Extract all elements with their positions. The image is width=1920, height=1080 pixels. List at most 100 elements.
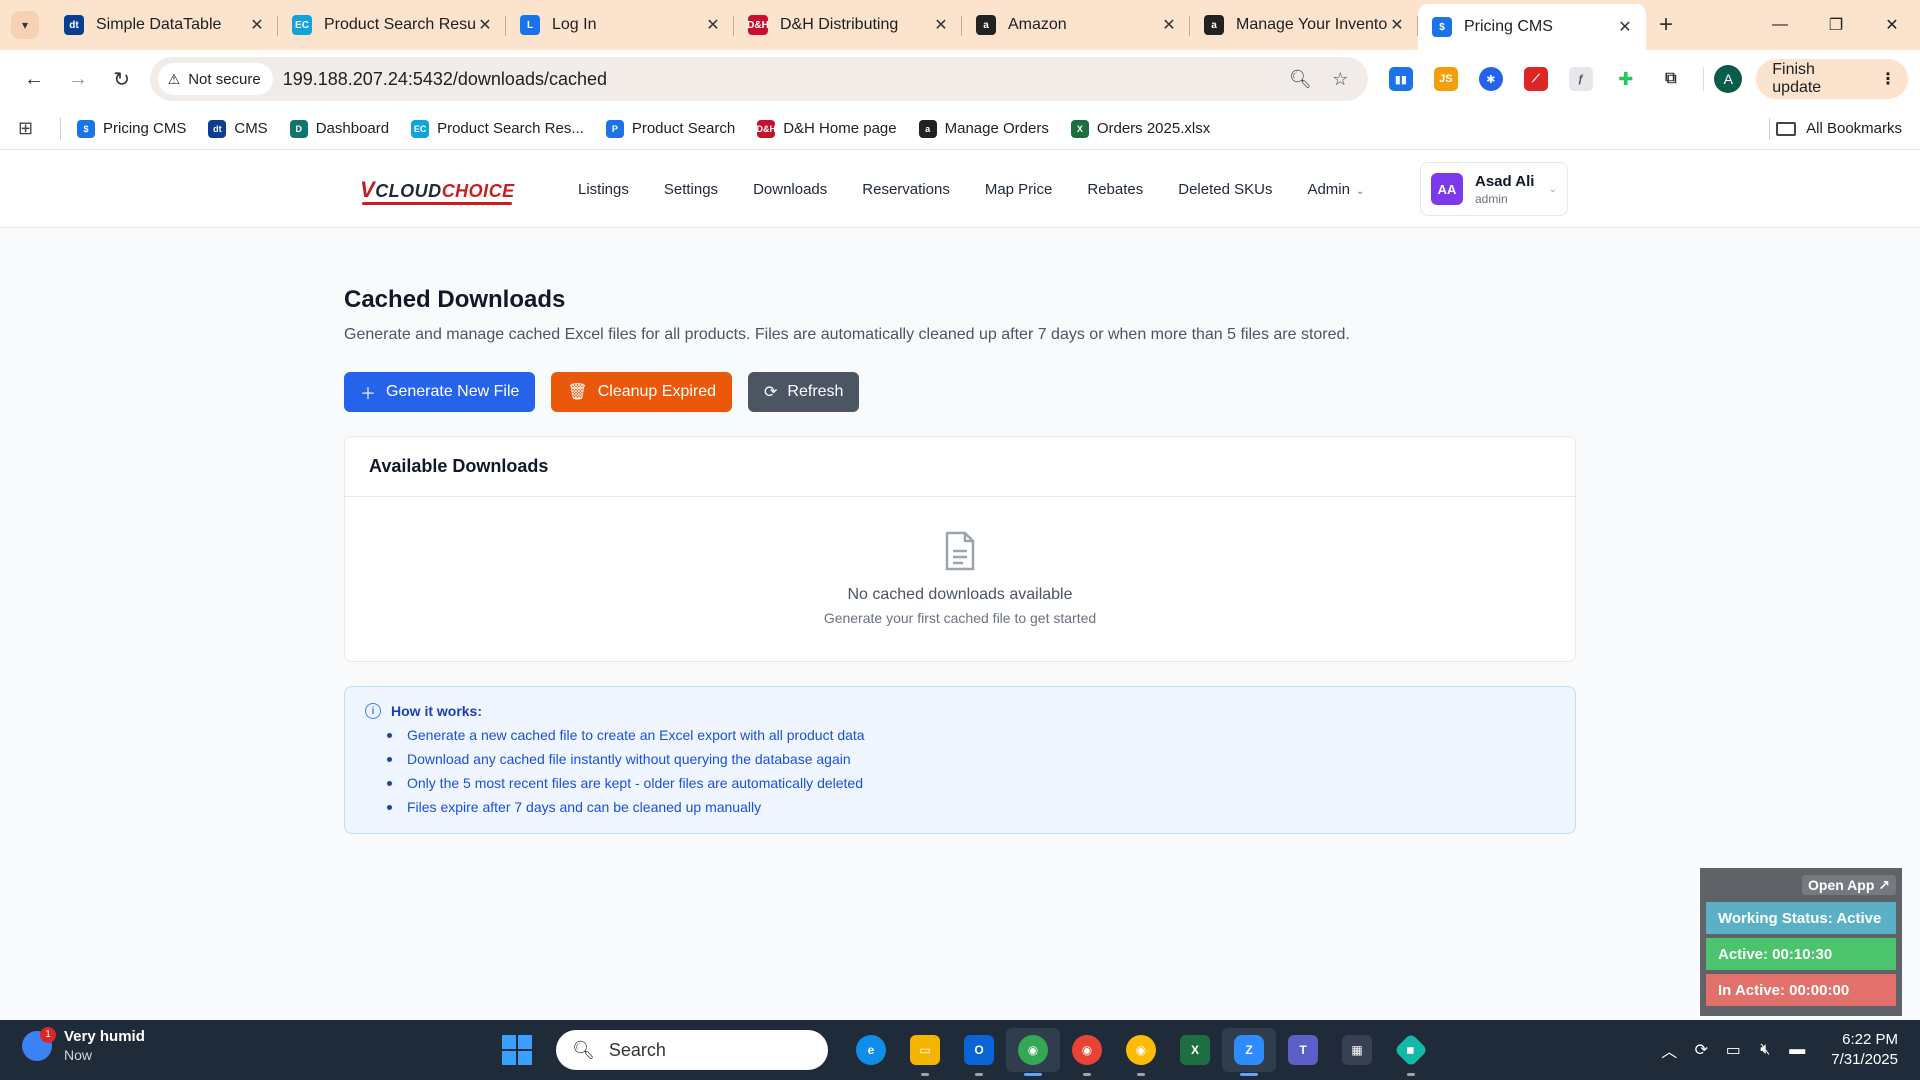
reload-button[interactable]: ↻	[100, 57, 144, 101]
bookmark-star-icon[interactable]: ☆	[1320, 69, 1360, 90]
nav-settings[interactable]: Settings	[664, 181, 718, 198]
zoom-icon[interactable]: 🔍︎	[1280, 69, 1320, 90]
bookmark-item[interactable]: D&H D&H Home page	[756, 119, 897, 138]
taskbar-outlook[interactable]: O	[952, 1028, 1006, 1076]
taskbar-app-diamond[interactable]: ◆	[1384, 1028, 1438, 1076]
browser-tab[interactable]: L Log In ✕	[506, 4, 734, 46]
bookmark-item[interactable]: D Dashboard	[289, 119, 389, 138]
bookmark-label: Pricing CMS	[103, 120, 187, 137]
all-bookmarks-button[interactable]: All Bookmarks	[1776, 120, 1902, 137]
windows-start-button[interactable]	[502, 1035, 532, 1065]
bookmark-item[interactable]: dt CMS	[208, 119, 268, 138]
chrome-icon: ◉	[1072, 1035, 1102, 1065]
security-label: Not secure	[188, 70, 261, 88]
open-app-button[interactable]: Open App ↗	[1706, 874, 1896, 898]
refresh-icon: ⟳	[764, 384, 778, 401]
taskbar-chrome[interactable]: ◉	[1006, 1028, 1060, 1076]
extension-plus[interactable]: ✚	[1603, 57, 1648, 101]
tab-title: Simple DataTable	[96, 16, 222, 33]
browser-tab[interactable]: dt Simple DataTable ✕	[50, 4, 278, 46]
nav-reservations[interactable]: Reservations	[862, 181, 950, 198]
generate-new-file-button[interactable]: ＋ Generate New File	[344, 372, 536, 412]
sync-icon[interactable]: ⟳	[1685, 1040, 1717, 1060]
finish-update-button[interactable]: Finish update ⋮	[1756, 59, 1908, 99]
diamond-icon: ◆	[1394, 1033, 1428, 1067]
bookmark-favicon-icon: X	[1070, 119, 1089, 138]
bookmark-item[interactable]: $ Pricing CMS	[77, 119, 187, 138]
browser-tab-bar: ▾ dt Simple DataTable ✕ EC Product Search Re…	[0, 0, 1920, 50]
bookmark-item[interactable]: EC Product Search Res...	[411, 119, 584, 138]
address-bar[interactable]: ⚠ Not secure 199.188.207.24:5432/downloa…	[149, 57, 1369, 101]
close-icon[interactable]: ✕	[476, 15, 494, 35]
close-icon[interactable]: ✕	[1616, 17, 1634, 37]
extension-js[interactable]: JS	[1423, 57, 1468, 101]
forward-button[interactable]: →	[56, 57, 100, 101]
nav-map-price[interactable]: Map Price	[985, 181, 1053, 198]
info-title: How it works:	[391, 703, 483, 719]
close-icon[interactable]: ✕	[1388, 15, 1406, 35]
cleanup-expired-button[interactable]: 🗑︎ Cleanup Expired	[551, 372, 733, 412]
extension-pdf[interactable]: ⟋	[1513, 57, 1558, 101]
volume-muted-icon[interactable]: 🔇︎	[1749, 1041, 1781, 1059]
apps-grid-icon[interactable]: ⊞	[18, 118, 42, 139]
profile-avatar[interactable]: A	[1714, 65, 1743, 93]
bookmark-item[interactable]: P Product Search	[605, 119, 736, 138]
new-tab-button[interactable]: +	[1646, 4, 1686, 46]
taskbar-chrome-profile-2[interactable]: ◉	[1060, 1028, 1114, 1076]
browser-tab[interactable]: a Amazon ✕	[962, 4, 1190, 46]
weather-widget[interactable]: 1 Very humid Now	[22, 1026, 145, 1063]
minimize-button[interactable]: —	[1752, 0, 1808, 50]
browser-tab[interactable]: D&H D&H Distributing ✕	[734, 4, 962, 46]
taskbar-edge[interactable]: e	[844, 1028, 898, 1072]
extension-network[interactable]: ✱	[1468, 57, 1513, 101]
tab-search-button[interactable]: ▾	[0, 0, 50, 50]
close-icon[interactable]: ✕	[1160, 15, 1178, 35]
bookmark-item[interactable]: a Manage Orders	[918, 119, 1049, 138]
clock-time: 6:22 PM	[1842, 1031, 1898, 1048]
taskbar-chrome-profile-3[interactable]: ◉	[1114, 1028, 1168, 1076]
weather-title: Very humid	[64, 1028, 145, 1045]
close-icon[interactable]: ✕	[248, 15, 266, 35]
taskbar-search[interactable]: 🔍︎ Search	[556, 1030, 828, 1070]
battery-icon[interactable]: ▬	[1781, 1041, 1813, 1059]
taskbar-zoom[interactable]: Z	[1222, 1028, 1276, 1076]
more-menu-icon: ⋮	[1879, 71, 1896, 88]
taskbar-file-explorer[interactable]: ▭	[898, 1028, 952, 1076]
url-text[interactable]: 199.188.207.24:5432/downloads/cached	[283, 69, 1281, 90]
taskbar-excel[interactable]: X	[1168, 1028, 1222, 1072]
user-menu[interactable]: AA Asad Ali admin ⌄	[1420, 162, 1568, 216]
chevron-up-icon[interactable]: ︿	[1653, 1038, 1685, 1062]
all-bookmarks-label: All Bookmarks	[1806, 120, 1902, 137]
nav-admin[interactable]: Admin ⌄	[1307, 181, 1364, 198]
bookmark-label: Product Search	[631, 120, 736, 137]
close-window-button[interactable]: ✕	[1864, 0, 1920, 50]
search-icon: 🔍︎	[572, 1039, 595, 1060]
browser-tab[interactable]: EC Product Search Results ✕	[278, 4, 506, 46]
close-icon[interactable]: ✕	[932, 15, 950, 35]
browser-tab[interactable]: a Manage Your Inventory ✕	[1190, 4, 1418, 46]
security-chip[interactable]: ⚠ Not secure	[157, 63, 273, 95]
cloudchoice-logo[interactable]: VCLOUDCHOICE	[360, 177, 515, 203]
extensions-button[interactable]: ⧉	[1648, 57, 1693, 101]
extension-feather[interactable]: ƒ	[1558, 57, 1603, 101]
taskbar-teams[interactable]: T	[1276, 1028, 1330, 1072]
how-it-works-panel: i How it works: Generate a new cached fi…	[344, 686, 1576, 834]
dh-icon: D&H	[747, 15, 769, 35]
bookmark-item[interactable]: X Orders 2025.xlsx	[1070, 119, 1210, 138]
login-icon: L	[520, 15, 540, 35]
refresh-button[interactable]: ⟳ Refresh	[748, 372, 860, 412]
maximize-button[interactable]: ❐	[1808, 0, 1864, 50]
cleanup-label: Cleanup Expired	[597, 383, 717, 400]
back-button[interactable]: ←	[12, 57, 56, 101]
extension-analytics[interactable]: ▮▮	[1378, 57, 1423, 101]
network-icon[interactable]: ▭	[1717, 1040, 1749, 1060]
browser-tab[interactable]: $ Pricing CMS ✕	[1418, 4, 1646, 50]
system-clock[interactable]: 6:22 PM 7/31/2025	[1831, 1030, 1898, 1070]
nav-listings[interactable]: Listings	[578, 181, 629, 198]
close-icon[interactable]: ✕	[704, 15, 722, 35]
system-tray: ︿ ⟳ ▭ 🔇︎ ▬ 6:22 PM 7/31/2025	[1653, 1020, 1898, 1080]
nav-rebates[interactable]: Rebates	[1087, 181, 1143, 198]
taskbar-calculator[interactable]: ▦	[1330, 1028, 1384, 1072]
nav-deleted-skus[interactable]: Deleted SKUs	[1178, 181, 1272, 198]
nav-downloads[interactable]: Downloads	[753, 181, 827, 198]
